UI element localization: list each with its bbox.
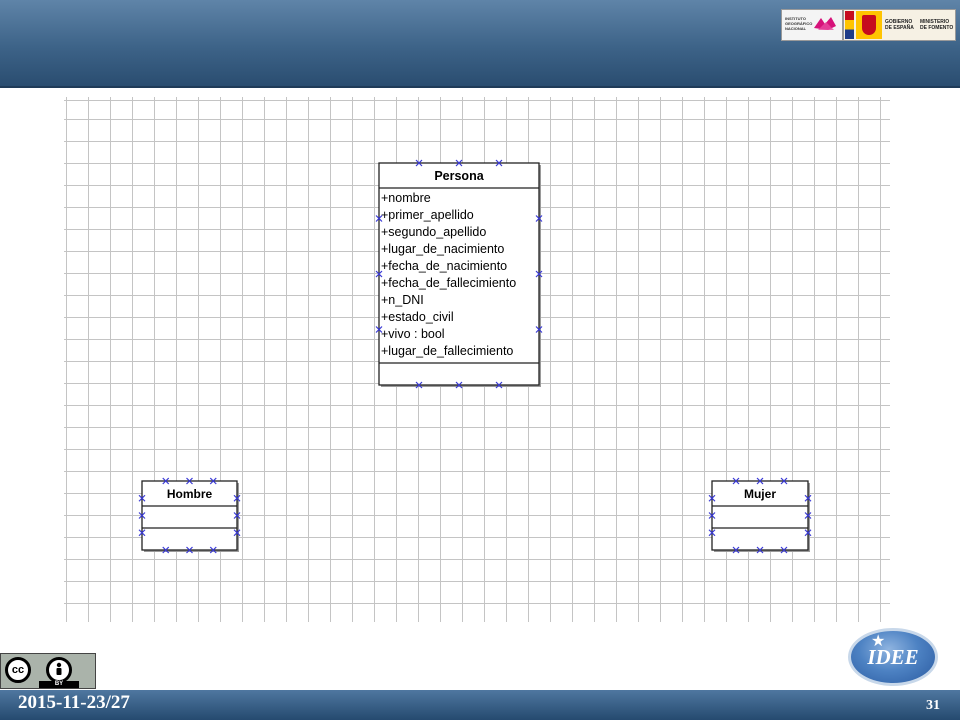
class-persona[interactable]: Persona+nombre +primer_apellido +segundo_a…: [375, 159, 543, 389]
attribution-icon: [46, 657, 72, 683]
cc-license-badge: cc BY: [0, 653, 96, 689]
class-attribute: +n_DNI: [381, 293, 424, 307]
class-attribute: +estado_civil: [381, 310, 454, 324]
class-attribute: +lugar_de_nacimiento: [381, 242, 504, 256]
class-name: Hombre: [167, 487, 213, 501]
footer-bar: [0, 690, 960, 720]
footer-date: 2015-11-23/27: [18, 692, 130, 713]
class-mujer[interactable]: Mujer: [708, 477, 812, 554]
uml-diagram: Persona+nombre +primer_apellido +segundo_a…: [138, 159, 812, 554]
cc-icon: cc: [5, 657, 31, 683]
idee-logo-text: IDEE: [867, 645, 919, 669]
class-attribute: +vivo : bool: [381, 327, 445, 341]
class-name: Mujer: [744, 487, 776, 501]
class-attribute: +lugar_de_fallecimiento: [381, 344, 513, 358]
page-number: 31: [926, 698, 940, 713]
class-attribute: +nombre: [381, 191, 431, 205]
class-name: Persona: [434, 169, 484, 183]
idee-logo: ★ IDEE: [848, 628, 938, 686]
class-attribute: +segundo_apellido: [381, 225, 486, 239]
class-hombre[interactable]: Hombre: [138, 477, 241, 554]
class-attribute: +primer_apellido: [381, 208, 474, 222]
class-attribute: +fecha_de_nacimiento: [381, 259, 507, 273]
class-attribute: +fecha_de_fallecimiento: [381, 276, 516, 290]
license-label: BY: [39, 681, 79, 688]
